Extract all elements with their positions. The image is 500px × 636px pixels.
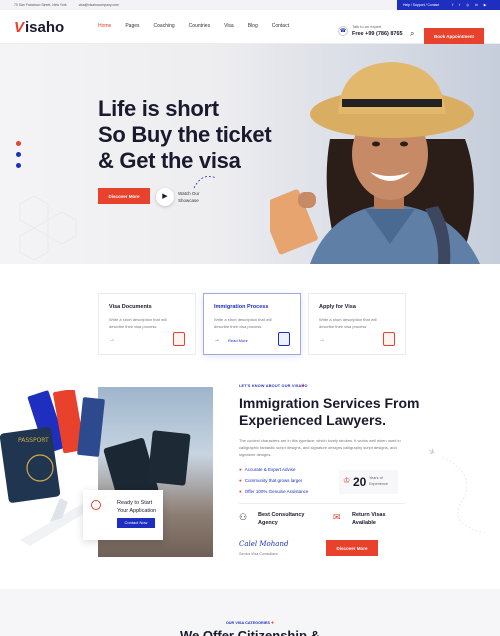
help-links[interactable]: Help / Support / Contact [403,3,439,7]
hero-title-line-1: Life is short [98,96,219,121]
read-more-link[interactable]: Read More [228,338,248,343]
call-number[interactable]: Free +99 (786) 8765 [352,31,403,37]
decorative-plane-icon: ✈ [426,445,438,459]
hero-title-line-3: & Get the visa [98,148,241,173]
card-description: Write a short description that will desc… [319,317,377,329]
document-icon [173,332,185,346]
hero-woman-image [270,44,500,264]
site-header: V isaho Home Pages Coaching Countries Vi… [0,10,500,44]
linkedin-icon[interactable]: in [475,3,478,7]
logo-text: isaho [25,19,65,36]
email-link[interactable]: visa@visahocompany.com [79,3,119,7]
main-nav: Home Pages Coaching Countries Visa Blog … [98,23,303,29]
card-immigration-process[interactable]: Immigration Process Write a short descri… [203,293,301,355]
about-heading-line-2: Experienced Lawyers. [239,412,387,428]
card-title: Visa Documents [109,304,152,310]
slider-dot-2[interactable] [16,152,21,157]
nav-contact[interactable]: Contact [272,23,289,29]
feature-return-visas: Return Visas Available [352,512,386,526]
ready-card: Ready to Start Your Application Contact … [83,490,163,540]
nav-home[interactable]: Home [98,23,111,29]
slider-dots [16,141,21,168]
check-item-3: ● Offer 100% Genuine Assistance [239,489,309,494]
signature: Calel Mohand [239,540,289,548]
check-item-1: ● Accurate & Expert Advise [239,467,296,472]
call-label: Talk to an expert [352,24,382,29]
nav-countries[interactable]: Countries [189,23,210,29]
nav-pages[interactable]: Pages [125,23,139,29]
check-item-2: ● Community that grows larger [239,478,303,483]
nav-blog[interactable]: Blog [248,23,258,29]
ready-title: Ready to Start Your Application [117,500,157,514]
about-kicker: LET'S KNOW ABOUT OUR VISAHO [239,384,308,388]
years-experience-box: ♔ 20 Years of Experience [339,470,398,494]
about-discover-button[interactable]: Discover More [326,540,378,556]
logo[interactable]: V isaho [14,19,64,36]
about-heading: Immigration Services From Experienced La… [239,395,439,429]
play-icon[interactable]: ▶ [156,188,174,206]
address-text: 70 San Francisco Street, New York [14,3,67,7]
passport-icon [278,332,290,346]
youtube-icon[interactable]: ▶ [484,3,487,7]
card-visa-documents[interactable]: Visa Documents Write a short description… [98,293,196,355]
divider [239,503,405,504]
watch-showcase-label[interactable]: Watch Our Showcase [178,190,208,204]
categories-kicker: OUR VISA CATEGORIES ✈ [225,621,275,625]
arrow-right-icon[interactable]: → [319,337,325,343]
logo-mark: V [14,19,25,36]
application-icon [383,332,395,346]
return-visa-icon: ✉ [333,512,341,522]
slider-dot-1[interactable] [16,141,21,146]
card-title: Immigration Process [214,304,269,310]
dashed-arrow-icon [193,175,217,189]
consultancy-icon: ⚇ [239,512,248,522]
twitter-icon[interactable]: t [459,3,460,7]
application-icon [91,500,101,510]
card-apply-for-visa[interactable]: Apply for Visa Write a short description… [308,293,406,355]
signature-role: Senior Visa Consultant [239,552,278,556]
nav-coaching[interactable]: Coaching [154,23,175,29]
card-description: Write a short description that will desc… [109,317,167,329]
feature-best-consultancy: Best Consultancy Agency [258,512,305,526]
top-bar-right: Help / Support / Contact f t ◎ in ▶ [397,0,500,10]
arrow-right-icon[interactable]: → [214,337,220,343]
top-bar: 70 San Francisco Street, New York visa@v… [0,0,500,10]
years-label: Years of Experience [369,476,388,486]
crown-icon: ♔ [343,476,351,485]
hero-discover-button[interactable]: Discover More [98,188,150,204]
check-icon: ● [239,467,242,472]
search-icon[interactable]: ⌕ [410,29,414,39]
plane-icon: ✈ [301,383,306,389]
check-icon: ● [239,489,242,494]
contact-now-button[interactable]: Contact Now [117,518,155,528]
phone-icon: ☎ [338,26,348,36]
card-description: Write a short description that will desc… [214,317,272,329]
slider-dot-3[interactable] [16,163,21,168]
nav-visa[interactable]: Visa [224,23,234,29]
arrow-right-icon[interactable]: → [109,337,115,343]
check-icon: ● [239,478,242,483]
facebook-icon[interactable]: f [452,3,453,7]
hero-title-line-2: So Buy the ticket [98,122,272,147]
years-value: 20 [353,475,367,489]
categories-heading: We Offer Citizenship & [180,628,320,636]
dashed-path-decoration [441,456,486,534]
card-title: Apply for Visa [319,304,356,310]
svg-text:PASSPORT: PASSPORT [18,437,49,444]
about-heading-line-1: Immigration Services From [239,395,420,411]
instagram-icon[interactable]: ◎ [466,3,469,7]
book-appointment-button[interactable]: Book Appointment [424,28,484,44]
about-paragraph: The coolest characters are in this typef… [239,438,401,457]
